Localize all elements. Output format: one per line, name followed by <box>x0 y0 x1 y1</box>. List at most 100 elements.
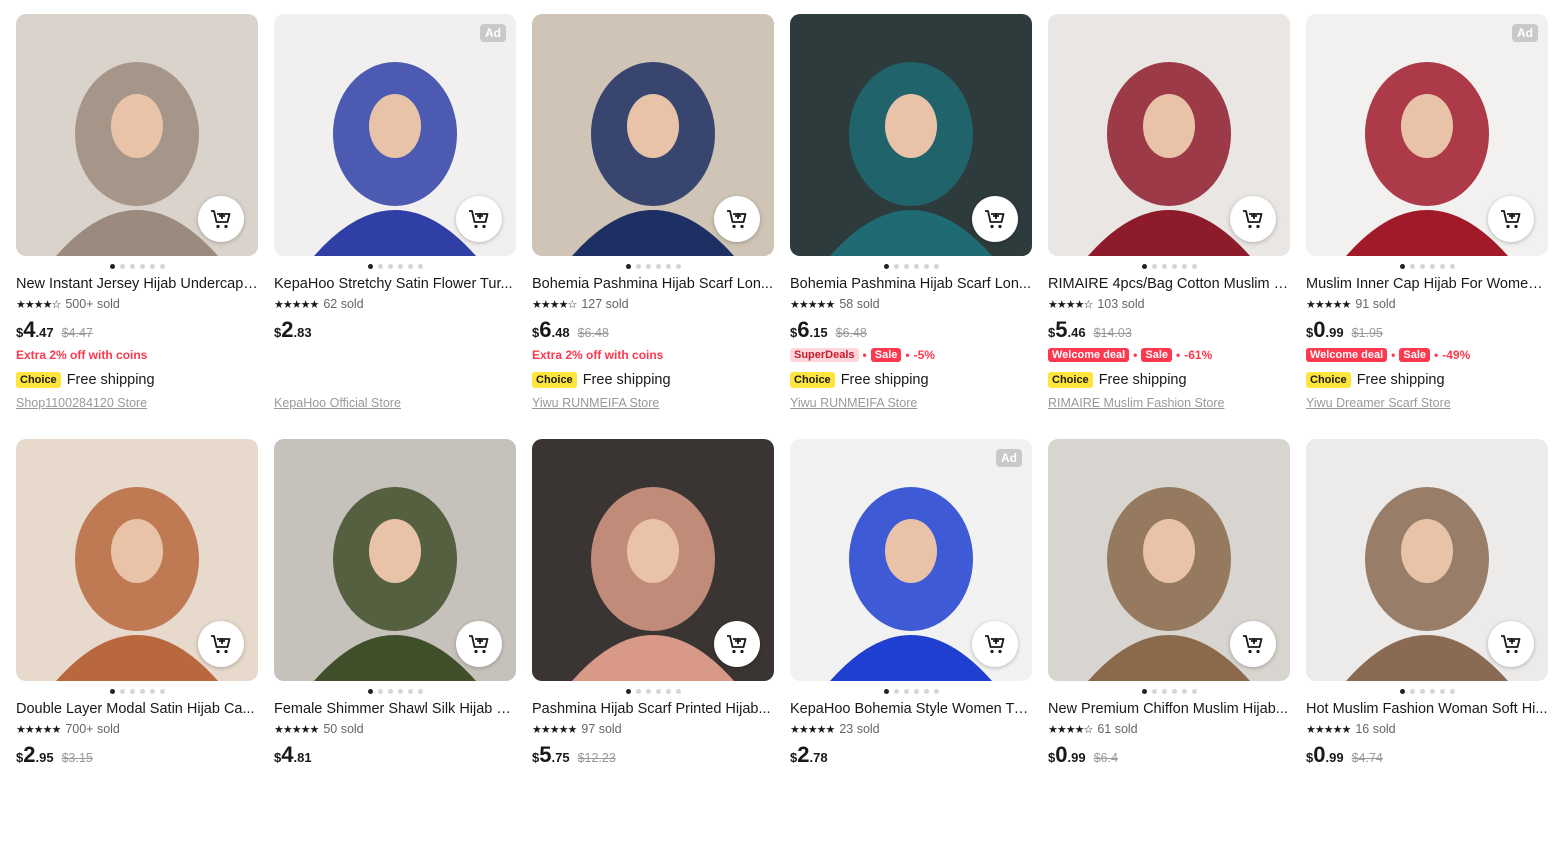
shipping-row: Choice Free shipping <box>1306 370 1548 390</box>
price-integer: 2 <box>281 317 294 342</box>
product-card[interactable]: New Instant Jersey Hijab Undercap ... ★★★… <box>16 14 258 439</box>
star-rating: ★★★★★ <box>1306 298 1351 311</box>
add-to-cart-button[interactable] <box>714 196 760 242</box>
store-link[interactable]: Shop1100284120 Store <box>16 396 258 412</box>
product-card[interactable]: New Premium Chiffon Muslim Hijab... ★★★★☆… <box>1048 439 1290 864</box>
store-link[interactable]: Yiwu Dreamer Scarf Store <box>1306 396 1548 412</box>
add-to-cart-button[interactable] <box>714 621 760 667</box>
product-image[interactable] <box>16 439 258 681</box>
price-row: $0.99 $6.4 <box>1048 742 1290 768</box>
image-carousel-dots[interactable] <box>532 260 774 272</box>
image-carousel-dots[interactable] <box>532 685 774 697</box>
image-carousel-dots[interactable] <box>1048 685 1290 697</box>
deal-badge: Sale <box>870 348 902 362</box>
product-card[interactable]: RIMAIRE 4pcs/Bag Cotton Muslim H... ★★★★☆… <box>1048 14 1290 439</box>
star-rating: ★★★★☆ <box>532 298 577 311</box>
product-image[interactable] <box>1306 439 1548 681</box>
free-shipping-label: Free shipping <box>582 372 671 388</box>
choice-badge: Choice <box>790 372 835 388</box>
store-link[interactable]: RIMAIRE Muslim Fashion Store <box>1048 396 1290 412</box>
choice-badge: Choice <box>1306 372 1351 388</box>
price-integer: 0 <box>1313 317 1326 342</box>
cart-plus-icon <box>1243 210 1263 229</box>
product-card[interactable]: Ad Muslim Inner Cap Hijab For Women... ★★★… <box>1306 14 1548 439</box>
product-image[interactable] <box>1048 14 1290 256</box>
add-to-cart-button[interactable] <box>972 196 1018 242</box>
add-to-cart-button[interactable] <box>1488 621 1534 667</box>
add-to-cart-button[interactable] <box>1488 196 1534 242</box>
product-image[interactable]: Ad <box>274 14 516 256</box>
product-title[interactable]: New Premium Chiffon Muslim Hijab... <box>1048 700 1290 718</box>
image-carousel-dots[interactable] <box>1306 685 1548 697</box>
product-image[interactable] <box>790 14 1032 256</box>
add-to-cart-button[interactable] <box>1230 196 1276 242</box>
coins-promo: Extra 2% off with coins <box>16 348 148 362</box>
product-image[interactable]: Ad <box>1306 14 1548 256</box>
deal-badges: Welcome deal • Sale • -61% <box>1048 347 1290 363</box>
image-carousel-dots[interactable] <box>274 685 516 697</box>
rating-row: ★★★★☆ 127 sold <box>532 296 774 312</box>
product-title[interactable]: Bohemia Pashmina Hijab Scarf Lon... <box>532 275 774 293</box>
product-title[interactable]: Pashmina Hijab Scarf Printed Hijab... <box>532 700 774 718</box>
price-cents: .78 <box>809 750 828 765</box>
product-image[interactable] <box>16 14 258 256</box>
product-image[interactable]: Ad <box>790 439 1032 681</box>
product-title[interactable]: New Instant Jersey Hijab Undercap ... <box>16 275 258 293</box>
price-cents: .99 <box>1325 325 1344 340</box>
price-cents: .81 <box>293 750 312 765</box>
add-to-cart-button[interactable] <box>456 621 502 667</box>
product-image[interactable] <box>532 439 774 681</box>
product-title[interactable]: Muslim Inner Cap Hijab For Women... <box>1306 275 1548 293</box>
image-carousel-dots[interactable] <box>790 685 1032 697</box>
add-to-cart-button[interactable] <box>972 621 1018 667</box>
image-carousel-dots[interactable] <box>16 685 258 697</box>
cart-plus-icon <box>1501 210 1521 229</box>
product-image[interactable] <box>1048 439 1290 681</box>
add-to-cart-button[interactable] <box>198 196 244 242</box>
product-card[interactable]: Ad KepaHoo Bohemia Style Women Tu... ★★★★★… <box>790 439 1032 864</box>
product-title[interactable]: Bohemia Pashmina Hijab Scarf Lon... <box>790 275 1032 293</box>
image-carousel-dots[interactable] <box>1306 260 1548 272</box>
product-title[interactable]: Double Layer Modal Satin Hijab Ca... <box>16 700 258 718</box>
product-title[interactable]: RIMAIRE 4pcs/Bag Cotton Muslim H... <box>1048 275 1290 293</box>
add-to-cart-button[interactable] <box>456 196 502 242</box>
ad-badge: Ad <box>1512 24 1538 42</box>
price-cents: .99 <box>1325 750 1344 765</box>
product-title[interactable]: KepaHoo Bohemia Style Women Tu... <box>790 700 1032 718</box>
sold-count: 97 sold <box>581 722 622 736</box>
image-carousel-dots[interactable] <box>16 260 258 272</box>
store-link[interactable]: Yiwu RUNMEIFA Store <box>532 396 774 412</box>
product-image[interactable] <box>274 439 516 681</box>
original-price: $6.48 <box>577 326 609 340</box>
price-cents: .15 <box>809 325 828 340</box>
image-carousel-dots[interactable] <box>1048 260 1290 272</box>
cart-plus-icon <box>1243 635 1263 654</box>
store-link[interactable]: Yiwu RUNMEIFA Store <box>790 396 1032 412</box>
product-card[interactable]: Ad KepaHoo Stretchy Satin Flower Tur... ★★… <box>274 14 516 439</box>
product-title[interactable]: Female Shimmer Shawl Silk Hijab S... <box>274 700 516 718</box>
price-row: $4.47 $4.47 <box>16 317 258 343</box>
product-card[interactable]: Female Shimmer Shawl Silk Hijab S... ★★★★… <box>274 439 516 864</box>
price-cents: .46 <box>1067 325 1086 340</box>
product-title[interactable]: KepaHoo Stretchy Satin Flower Tur... <box>274 275 516 293</box>
product-card[interactable]: Double Layer Modal Satin Hijab Ca... ★★★★… <box>16 439 258 864</box>
product-image[interactable] <box>532 14 774 256</box>
product-card[interactable]: Hot Muslim Fashion Woman Soft Hi... ★★★★★… <box>1306 439 1548 864</box>
star-rating: ★★★★★ <box>532 723 577 736</box>
add-to-cart-button[interactable] <box>1230 621 1276 667</box>
product-card[interactable]: Pashmina Hijab Scarf Printed Hijab... ★★★… <box>532 439 774 864</box>
star-rating: ★★★★☆ <box>1048 723 1093 736</box>
product-title[interactable]: Hot Muslim Fashion Woman Soft Hi... <box>1306 700 1548 718</box>
product-card[interactable]: Bohemia Pashmina Hijab Scarf Lon... ★★★★★… <box>790 14 1032 439</box>
sold-count: 23 sold <box>839 722 880 736</box>
add-to-cart-button[interactable] <box>198 621 244 667</box>
image-carousel-dots[interactable] <box>274 260 516 272</box>
original-price: $6.48 <box>835 326 867 340</box>
store-link[interactable]: KepaHoo Official Store <box>274 396 516 412</box>
image-carousel-dots[interactable] <box>790 260 1032 272</box>
sold-count: 50 sold <box>323 722 364 736</box>
sold-count: 700+ sold <box>65 722 120 736</box>
price-integer: 6 <box>797 317 810 342</box>
product-card[interactable]: Bohemia Pashmina Hijab Scarf Lon... ★★★★☆… <box>532 14 774 439</box>
price-cents: .83 <box>293 325 312 340</box>
